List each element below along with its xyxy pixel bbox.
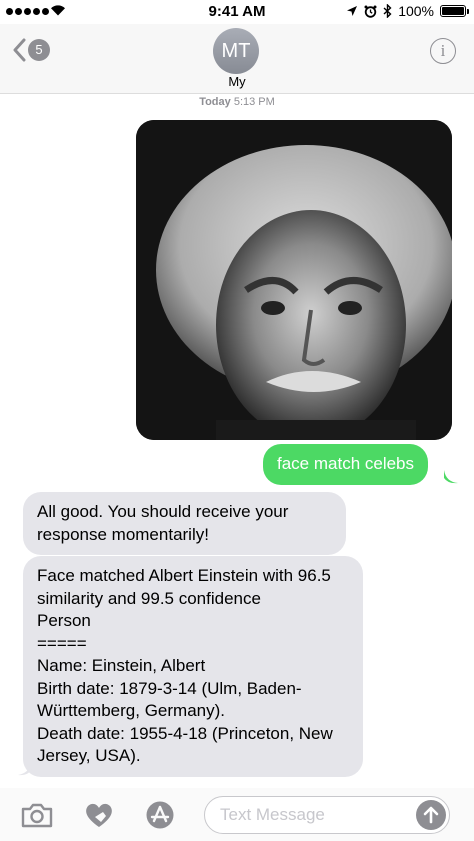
back-button[interactable]: 5 <box>12 38 50 62</box>
message-composer <box>0 788 474 841</box>
received-message-bubble[interactable]: Face matched Albert Einstein with 96.5 s… <box>23 556 363 777</box>
sent-photo[interactable] <box>136 120 452 440</box>
heart-hand-icon[interactable] <box>82 800 116 830</box>
battery-percent: 100% <box>398 3 434 19</box>
unread-count-badge: 5 <box>28 39 50 61</box>
bluetooth-icon <box>383 4 392 18</box>
avatar[interactable]: MT <box>213 28 259 74</box>
app-store-icon[interactable] <box>143 800 177 830</box>
text-message-field[interactable] <box>204 796 450 834</box>
send-button[interactable] <box>416 800 446 830</box>
battery-icon <box>440 5 469 17</box>
conversation-header: 5 MT My i <box>0 24 474 94</box>
info-icon: i <box>440 41 446 60</box>
chevron-left-icon <box>13 38 26 62</box>
sent-message-bubble[interactable]: face match celebs <box>263 444 429 485</box>
sent-bubble-tail <box>444 470 458 484</box>
received-message-bubble[interactable]: All good. You should receive your respon… <box>23 492 346 555</box>
message-timestamp: Today 5:13 PM <box>0 96 474 108</box>
location-arrow-icon <box>347 6 358 16</box>
text-message-input[interactable] <box>220 805 410 825</box>
camera-icon[interactable] <box>20 800 54 830</box>
timestamp-day: Today <box>199 96 231 108</box>
contact-name[interactable]: My <box>0 74 474 89</box>
received-bubble-tail <box>18 760 32 776</box>
arrow-up-icon <box>423 806 439 824</box>
status-bar: 9:41 AM 100% <box>0 0 474 24</box>
timestamp-time: 5:13 PM <box>233 96 275 108</box>
info-button[interactable]: i <box>430 38 456 64</box>
alarm-clock-icon <box>364 5 377 18</box>
status-right: 100% <box>346 3 469 19</box>
portrait-image <box>136 120 452 440</box>
